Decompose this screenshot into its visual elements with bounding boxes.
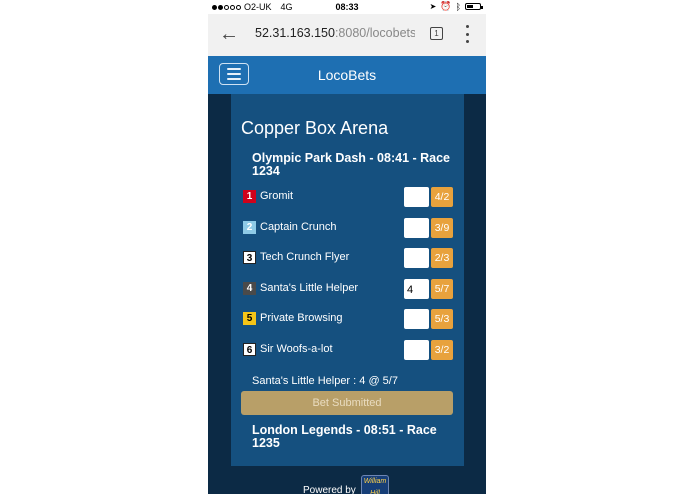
- phone-screen: O2-UK 4G 08:33 ➤ ⏰ ᛒ ← 52.31.163.150:808…: [208, 0, 486, 494]
- app-navbar: LocoBets: [208, 56, 486, 94]
- sponsor-logo: William Hill: [361, 475, 389, 494]
- odds-button[interactable]: 2/3: [431, 248, 453, 268]
- stake-input[interactable]: [404, 309, 429, 329]
- browser-toolbar: ← 52.31.163.150:8080/locobets 1: [208, 14, 486, 57]
- url-host: 52.31.163.150: [255, 26, 335, 40]
- runner-number-badge: 4: [243, 282, 256, 295]
- runner-name: Tech Crunch Flyer: [260, 251, 350, 263]
- tab-switcher-icon[interactable]: 1: [430, 27, 443, 40]
- runner-number-badge: 5: [243, 312, 256, 325]
- status-icons: ➤ ⏰ ᛒ: [429, 1, 483, 12]
- runner-name: Santa's Little Helper: [260, 282, 359, 294]
- odds-button[interactable]: 5/3: [431, 309, 453, 329]
- runner-number-badge: 3: [243, 251, 256, 264]
- runner-number-badge: 2: [243, 221, 256, 234]
- footer: Powered by William Hill: [208, 475, 486, 494]
- runner-number-badge: 1: [243, 190, 256, 203]
- stake-input[interactable]: [404, 187, 429, 207]
- venue-panel: Copper Box Arena Olympic Park Dash - 08:…: [231, 94, 464, 466]
- bet-summary: Santa's Little Helper : 4 @ 5/7: [252, 375, 398, 387]
- powered-by-text: Powered by: [303, 485, 356, 494]
- submit-bet-button[interactable]: Bet Submitted: [241, 391, 453, 415]
- runner-name: Sir Woofs-a-lot: [260, 343, 333, 355]
- runner-row: 2 Captain Crunch 3/9: [243, 218, 456, 238]
- stake-input[interactable]: [404, 248, 429, 268]
- overflow-menu-icon[interactable]: [463, 25, 471, 43]
- odds-button[interactable]: 3/9: [431, 218, 453, 238]
- back-arrow-icon[interactable]: ←: [218, 23, 240, 45]
- runner-name: Captain Crunch: [260, 221, 337, 233]
- race-title: Olympic Park Dash - 08:41 - Race 1234: [252, 151, 451, 178]
- runner-row: 5 Private Browsing 5/3: [243, 309, 456, 329]
- odds-button[interactable]: 4/2: [431, 187, 453, 207]
- bluetooth-icon: ᛒ: [455, 1, 461, 12]
- stake-input[interactable]: 4: [404, 279, 429, 299]
- alarm-icon: ⏰: [440, 1, 452, 11]
- runner-row: 1 Gromit 4/2: [243, 187, 456, 207]
- runner-name: Gromit: [260, 190, 293, 202]
- brand-title[interactable]: LocoBets: [208, 67, 486, 83]
- odds-button[interactable]: 3/2: [431, 340, 453, 360]
- runner-row: 6 Sir Woofs-a-lot 3/2: [243, 340, 456, 360]
- main-content: Copper Box Arena Olympic Park Dash - 08:…: [208, 94, 486, 494]
- venue-title: Copper Box Arena: [241, 118, 389, 138]
- stake-input[interactable]: [404, 340, 429, 360]
- location-arrow-icon: ➤: [429, 2, 437, 11]
- battery-icon: [465, 3, 483, 10]
- status-bar: O2-UK 4G 08:33 ➤ ⏰ ᛒ: [208, 0, 486, 14]
- runner-row: 4 Santa's Little Helper 4 5/7: [243, 279, 456, 299]
- address-bar[interactable]: 52.31.163.150:8080/locobets: [255, 26, 415, 44]
- race-title: London Legends - 08:51 - Race 1235: [252, 423, 437, 450]
- runner-row: 3 Tech Crunch Flyer 2/3: [243, 248, 456, 268]
- runner-name: Private Browsing: [260, 312, 343, 324]
- stake-input[interactable]: [404, 218, 429, 238]
- url-path: :8080/locobets: [334, 26, 415, 40]
- runner-number-badge: 6: [243, 343, 256, 356]
- odds-button[interactable]: 5/7: [431, 279, 453, 299]
